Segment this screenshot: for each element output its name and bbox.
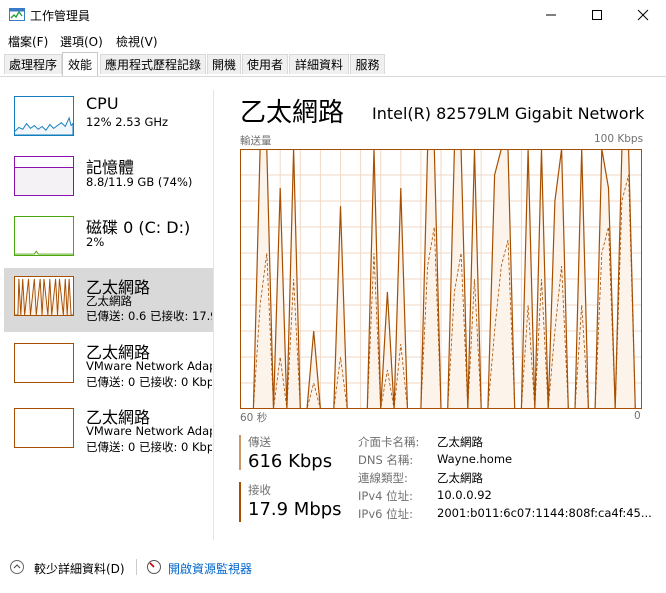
vmware2-thumbnail [14,408,74,448]
cpu-thumbnail [14,96,74,136]
vmware1-thumbnail [14,343,74,383]
close-button[interactable] [620,0,666,30]
task-manager-icon [9,8,25,21]
graph-x-right: 0 [634,410,641,422]
resource-sidebar: CPU 12% 2.53 GHz 記憶體 8.8/11.9 GB (74%) 磁… [0,77,213,541]
minimize-button[interactable] [528,0,574,30]
footer-divider [136,559,137,575]
ethernet-thumbnail [14,276,74,316]
maximize-icon [592,10,602,20]
vmware2-rates: 已傳送: 0 已接收: 0 Kbp [86,440,212,454]
sidebar-item-memory[interactable]: 記憶體 8.8/11.9 GB (74%) [4,152,213,216]
open-resource-monitor-link[interactable]: 開啟資源監視器 [168,560,252,577]
receive-value: 17.9 Mbps [248,499,342,520]
send-label: 傳送 [248,435,271,449]
info-value-dns: Wayne.home [437,452,513,466]
resource-monitor-icon [147,560,161,574]
fewer-details-link[interactable]: 較少詳細資料(D) [34,560,125,577]
footer-bar: 較少詳細資料(D) 開啟資源監視器 [0,553,666,583]
receive-label: 接收 [248,483,271,497]
graph-x-left: 60 秒 [240,412,268,424]
receive-indicator [239,482,241,522]
adapter-name: Intel(R) 82579LM Gigabit Network ... [372,104,644,123]
menu-file[interactable]: 檔案(F) [8,33,48,50]
memory-fill [15,166,73,195]
page-title: 乙太網路 [240,98,345,128]
sidebar-item-vmware-1[interactable]: 乙太網路 VMware Network Adap 已傳送: 0 已接收: 0 K… [4,337,213,401]
cpu-usage: 12% 2.53 GHz [86,115,169,129]
sidebar-item-ethernet-selected[interactable]: 乙太網路 乙太網路 已傳送: 0.6 已接收: 17.9 [4,268,213,332]
throughput-graph [240,149,642,409]
info-value-ipv4: 10.0.0.92 [437,488,492,502]
tab-strip: 處理程序 效能 應用程式歷程記錄 開機 使用者 詳細資料 服務 [0,52,666,77]
memory-thumbnail [14,156,74,196]
sidebar-item-disk[interactable]: 磁碟 0 (C: D:) 2% [4,212,213,276]
tab-details[interactable]: 詳細資料 [289,54,349,74]
info-key-ipv4: IPv4 位址: [358,489,413,503]
disk-thumbnail [14,216,74,256]
ethernet-adapter: 乙太網路 [86,294,132,308]
maximize-button[interactable] [574,0,620,30]
ethernet-rates: 已傳送: 0.6 已接收: 17.9 [86,309,212,323]
vmware2-adapter: VMware Network Adap [86,424,212,438]
graph-y-label: 輸送量 [240,135,272,147]
menu-view[interactable]: 檢視(V) [116,33,158,50]
info-key-dns: DNS 名稱: [358,453,414,467]
info-key-adapter: 介面卡名稱: [358,435,420,449]
disk-usage: 2% [86,235,105,249]
tab-processes[interactable]: 處理程序 [4,54,62,74]
tab-users[interactable]: 使用者 [242,54,288,74]
vmware1-rates: 已傳送: 0 已接收: 0 Kbp [86,375,212,389]
tab-services[interactable]: 服務 [350,54,385,74]
vmware1-adapter: VMware Network Adap [86,359,212,373]
sidebar-item-vmware-2[interactable]: 乙太網路 VMware Network Adap 已傳送: 0 已接收: 0 K… [4,402,213,466]
info-key-ipv6: IPv6 位址: [358,507,413,521]
menu-options[interactable]: 選項(O) [60,33,103,50]
send-value: 616 Kbps [248,451,333,472]
info-value-conn-type: 乙太網路 [437,471,483,485]
minimize-icon [546,14,556,16]
tab-app-history[interactable]: 應用程式歷程記錄 [100,54,206,74]
sidebar-item-cpu[interactable]: CPU 12% 2.53 GHz [4,92,213,156]
chevron-up-icon [13,564,21,569]
menu-bar: 檔案(F) 選項(O) 檢視(V) [0,30,666,50]
cpu-title: CPU [86,94,119,113]
tab-startup[interactable]: 開機 [207,54,241,74]
graph-y-max: 100 Kbps [594,133,644,145]
memory-usage: 8.8/11.9 GB (74%) [86,175,193,189]
window-title: 工作管理員 [30,9,91,23]
sidebar-divider [213,90,214,540]
tab-performance[interactable]: 效能 [62,52,98,76]
info-key-conn-type: 連線類型: [358,471,408,485]
close-icon [637,9,649,21]
info-value-adapter: 乙太網路 [437,435,483,449]
send-indicator [239,435,241,470]
title-bar: 工作管理員 [0,0,666,30]
info-value-ipv6: 2001:b011:6c07:1144:808f:ca4f:45... [437,506,652,520]
fewer-details-button[interactable] [10,560,24,574]
